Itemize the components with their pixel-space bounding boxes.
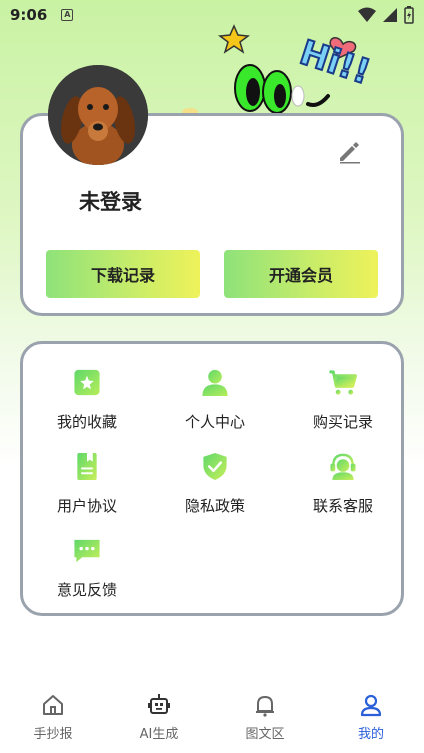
- avatar[interactable]: [48, 65, 148, 165]
- nav-label: 我的: [357, 727, 384, 742]
- signal-icon: [383, 8, 397, 22]
- menu-label: 意见反馈: [56, 581, 117, 599]
- hi-text: Hi!!: [295, 33, 375, 93]
- menu-label: 购买记录: [312, 413, 373, 431]
- nav-item-handcopy[interactable]: 手抄报: [13, 693, 93, 749]
- menu-item-profile-center[interactable]: 个人中心: [160, 362, 270, 432]
- status-bar: 9:06 A: [0, 0, 424, 30]
- headset-icon: [330, 453, 356, 481]
- menu-item-privacy-policy[interactable]: 隐私政策: [160, 446, 270, 516]
- status-time: 9:06: [10, 6, 48, 24]
- download-history-button[interactable]: 下载记录: [46, 250, 200, 298]
- dog-avatar-image: [48, 65, 148, 165]
- robot-icon: [148, 694, 170, 714]
- nav-item-ai-generate[interactable]: AI生成: [119, 693, 199, 749]
- nav-label: AI生成: [139, 727, 179, 742]
- nav-label: 手抄报: [33, 727, 73, 742]
- star-bookmark-icon: [74, 369, 100, 396]
- bottom-nav: 手抄报 AI生成 图文区 我的: [0, 683, 424, 753]
- menu-label: 联系客服: [312, 497, 373, 515]
- nav-item-mine[interactable]: 我的: [331, 693, 411, 749]
- menu-item-user-agreement[interactable]: 用户协议: [32, 446, 142, 516]
- menu-label: 用户协议: [56, 497, 117, 515]
- heart-icon: [329, 37, 357, 59]
- nav-label: 图文区: [245, 727, 285, 742]
- pencil-icon[interactable]: [337, 138, 363, 164]
- bell-icon: [256, 696, 274, 717]
- status-notification-icon: A: [61, 9, 74, 21]
- chat-bubble-icon: [74, 539, 100, 563]
- document-icon: [77, 452, 97, 481]
- menu-item-customer-service[interactable]: 联系客服: [288, 446, 398, 516]
- battery-icon: [404, 6, 414, 24]
- nav-item-gallery[interactable]: 图文区: [225, 693, 305, 749]
- menu-item-favorites[interactable]: 我的收藏: [32, 362, 142, 432]
- user-icon: [360, 694, 382, 717]
- menu-item-purchase-history[interactable]: 购买记录: [288, 362, 398, 432]
- menu-card: 我的收藏 个人中心 购买记录 用户协议 隐私政策 联系客服 意见反馈: [20, 341, 404, 616]
- open-vip-button[interactable]: 开通会员: [224, 250, 378, 298]
- eyes-icon: [234, 64, 330, 114]
- shield-check-icon: [203, 452, 227, 481]
- wifi-icon: [358, 7, 376, 22]
- username[interactable]: 未登录: [79, 186, 142, 216]
- menu-item-feedback[interactable]: 意见反馈: [32, 530, 142, 600]
- cart-icon: [329, 370, 358, 395]
- menu-label: 我的收藏: [56, 413, 117, 431]
- home-icon: [43, 695, 63, 715]
- status-icons: [358, 6, 414, 24]
- menu-label: 个人中心: [184, 413, 245, 431]
- person-icon: [202, 369, 228, 397]
- menu-label: 隐私政策: [184, 497, 245, 515]
